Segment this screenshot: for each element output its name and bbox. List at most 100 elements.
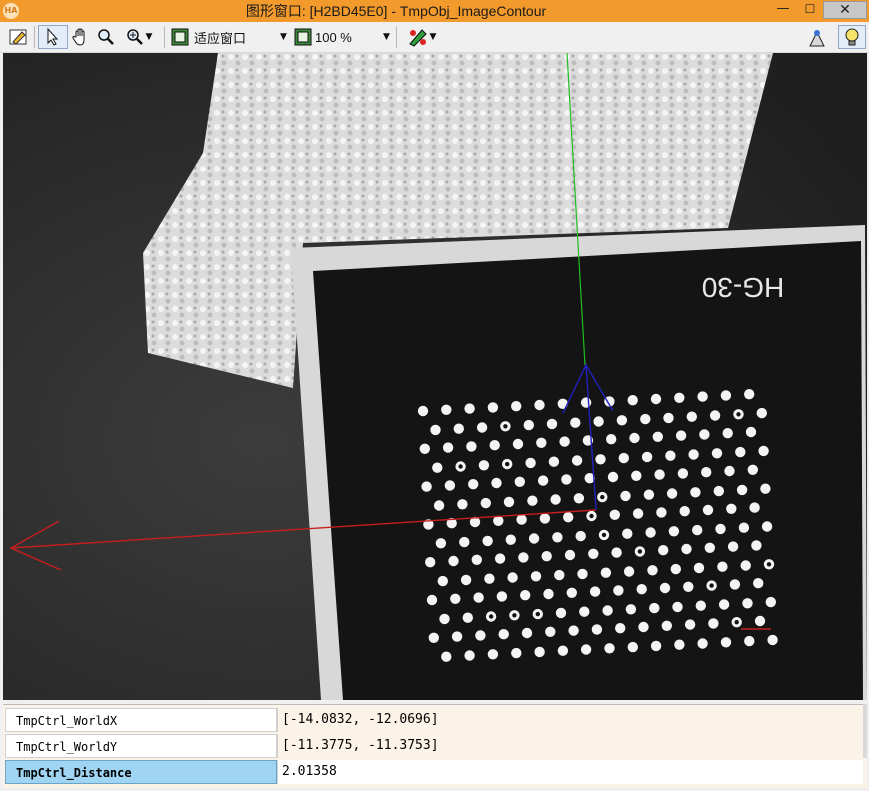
calibration-dot bbox=[571, 455, 583, 466]
calibration-dot bbox=[613, 585, 624, 596]
calibration-dot bbox=[460, 574, 472, 586]
window-title: 图形窗口: [H2BD45E0] - TmpObj_ImageContour bbox=[245, 3, 547, 19]
zoom-level-dropdown[interactable]: 100 % ▼ bbox=[293, 25, 393, 49]
color-tool-dropdown[interactable]: ▼ bbox=[400, 25, 442, 49]
calibration-dot bbox=[575, 530, 586, 542]
hand-pan-icon[interactable] bbox=[68, 25, 94, 49]
calibration-dot-ring bbox=[600, 494, 605, 500]
calibration-dot-ring bbox=[766, 562, 772, 567]
calibration-dot bbox=[536, 437, 547, 448]
property-row[interactable]: TmpCtrl_WorldX [-14.0832, -12.0696] bbox=[5, 708, 863, 733]
calibration-dot bbox=[670, 563, 681, 575]
calibration-dot bbox=[722, 428, 733, 439]
zoom-level-label: 100 % bbox=[315, 29, 352, 45]
calibration-dot bbox=[697, 391, 708, 402]
calibration-dot bbox=[430, 424, 441, 436]
calibration-dot bbox=[665, 450, 676, 461]
calibration-dot bbox=[503, 496, 515, 508]
calibration-dot bbox=[450, 593, 461, 604]
calibration-dot bbox=[753, 578, 764, 589]
calibration-dot bbox=[735, 446, 746, 458]
paint-color-icon bbox=[408, 29, 427, 47]
calibration-dot bbox=[666, 488, 678, 499]
calibration-dot-ring bbox=[709, 583, 714, 588]
calibration-dot bbox=[636, 584, 647, 595]
calibration-dot bbox=[650, 640, 662, 652]
calibration-dot bbox=[686, 411, 697, 422]
calibration-dot bbox=[476, 422, 488, 433]
maximize-button[interactable]: ☐ bbox=[797, 0, 823, 20]
fit-window-label: 适应窗口 bbox=[194, 30, 247, 46]
property-row[interactable]: TmpCtrl_WorldY [-11.3775, -11.3753] bbox=[5, 734, 863, 759]
lightbulb-icon[interactable] bbox=[838, 25, 866, 49]
calibration-dot-ring bbox=[505, 461, 510, 467]
calibration-dot bbox=[602, 605, 613, 616]
calibration-dot bbox=[439, 613, 450, 625]
calibration-dot bbox=[713, 485, 724, 497]
calibration-dot bbox=[541, 551, 552, 562]
calibration-dot bbox=[767, 634, 778, 646]
close-button[interactable]: ✕ bbox=[823, 1, 867, 19]
calibration-dot bbox=[674, 639, 685, 650]
fit-window-dropdown[interactable]: 适应窗口 ▼ bbox=[170, 25, 292, 49]
calibration-dot bbox=[661, 620, 672, 631]
calibration-dot bbox=[645, 527, 656, 538]
calibration-dot bbox=[484, 573, 495, 584]
calibration-dot bbox=[433, 500, 445, 511]
calibration-dot bbox=[695, 600, 706, 611]
calibration-dot bbox=[684, 619, 696, 630]
property-value: [-11.3775, -11.3753] bbox=[277, 734, 863, 758]
calibration-dot bbox=[756, 407, 767, 419]
calibration-dot bbox=[611, 547, 622, 558]
calibration-dot bbox=[591, 624, 603, 635]
inspect-tool-icon[interactable] bbox=[804, 25, 830, 49]
title-bar[interactable]: HA 图形窗口: [H2BD45E0] - TmpObj_ImageContou… bbox=[0, 0, 869, 22]
calibration-dot bbox=[709, 410, 721, 421]
calibration-dot bbox=[720, 390, 732, 401]
chevron-down-icon: ▼ bbox=[383, 32, 390, 42]
calibration-dot bbox=[622, 528, 633, 539]
calibration-dot bbox=[595, 454, 606, 465]
property-value: [-14.0832, -12.0696] bbox=[277, 708, 863, 732]
calibration-dot bbox=[692, 524, 703, 536]
calibration-dot bbox=[720, 637, 732, 648]
vertical-scrollbar[interactable] bbox=[863, 704, 867, 758]
calibration-dot bbox=[564, 549, 576, 561]
image-canvas[interactable]: HG-30 bbox=[3, 53, 867, 700]
calibration-dot bbox=[618, 452, 629, 464]
calibration-dot-ring bbox=[589, 513, 594, 519]
calibration-dot bbox=[715, 523, 726, 535]
calibration-dot bbox=[751, 540, 762, 551]
minimize-button[interactable]: — bbox=[770, 0, 796, 20]
calibration-dot-ring bbox=[488, 614, 494, 619]
calibration-dot bbox=[658, 545, 669, 556]
calibration-dot bbox=[736, 484, 748, 496]
calibration-dot bbox=[631, 470, 642, 481]
calibration-dot bbox=[629, 432, 640, 444]
property-row-selected[interactable]: TmpCtrl_Distance 2.01358 bbox=[5, 760, 863, 785]
calibration-dot bbox=[593, 416, 604, 427]
calibration-dot bbox=[518, 552, 529, 563]
calibration-dot bbox=[738, 522, 750, 533]
calibration-dot bbox=[521, 627, 533, 639]
calibration-dot bbox=[754, 615, 766, 627]
calibration-dot bbox=[693, 562, 705, 574]
calibration-dot bbox=[546, 418, 558, 430]
calibration-dot bbox=[494, 553, 506, 564]
property-name: TmpCtrl_WorldX bbox=[5, 708, 277, 732]
calibration-dot bbox=[690, 487, 701, 498]
calibration-dot-ring bbox=[503, 424, 508, 429]
calibration-dot bbox=[674, 392, 685, 403]
edit-pencil-icon[interactable] bbox=[4, 25, 32, 49]
calibration-dot bbox=[464, 403, 475, 414]
calibration-dot bbox=[426, 594, 438, 606]
calibration-dot bbox=[534, 646, 545, 658]
magnifier-icon[interactable] bbox=[94, 25, 118, 49]
calibration-dot bbox=[580, 397, 592, 408]
calibration-dot-ring bbox=[734, 620, 739, 625]
calibration-dot bbox=[489, 440, 500, 451]
zoom-level-icon bbox=[294, 28, 312, 46]
zoom-dropdown[interactable]: ▼ bbox=[118, 25, 158, 49]
pointer-tool-icon[interactable] bbox=[38, 25, 68, 49]
calibration-dot bbox=[663, 412, 674, 424]
